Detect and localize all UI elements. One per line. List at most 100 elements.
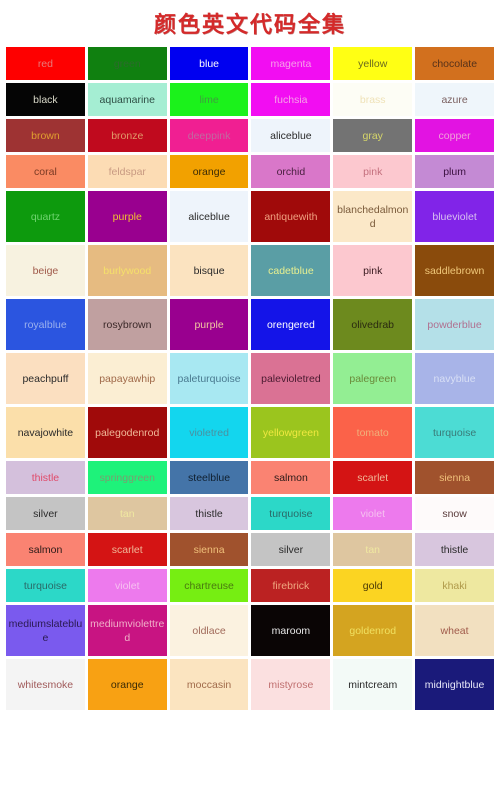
color-swatch-silver[interactable]: silver xyxy=(251,533,331,566)
color-swatch-silver[interactable]: silver xyxy=(6,497,85,530)
color-swatch-cadetblue[interactable]: cadetblue xyxy=(251,245,331,296)
color-swatch-label: palegreen xyxy=(349,372,397,385)
color-swatch-label: purple xyxy=(112,210,142,223)
color-swatch-thistle[interactable]: thistle xyxy=(415,533,494,566)
color-swatch-blanchedalmond[interactable]: blanchedalmond xyxy=(333,191,413,242)
color-swatch-antiquewith[interactable]: antiquewith xyxy=(251,191,331,242)
color-swatch-salmon[interactable]: salmon xyxy=(251,461,331,494)
color-swatch-turquoise[interactable]: turquoise xyxy=(415,407,494,458)
color-swatch-chartreuse[interactable]: chartreuse xyxy=(169,569,249,602)
color-swatch-midnightblue[interactable]: midnightblue xyxy=(415,659,494,710)
color-swatch-pink[interactable]: pink xyxy=(333,245,413,296)
color-swatch-orengered[interactable]: orengered xyxy=(251,299,331,350)
color-swatch-brown[interactable]: brown xyxy=(6,119,85,152)
color-swatch-springgreen[interactable]: springgreen xyxy=(87,461,167,494)
color-swatch-azure[interactable]: azure xyxy=(415,83,494,116)
color-swatch-mistyrose[interactable]: mistyrose xyxy=(251,659,331,710)
table-row: thistle springgreen steelblue salmon scarlet… xyxy=(6,461,494,494)
color-swatch-label: olivedrab xyxy=(351,318,395,331)
color-swatch-bronze[interactable]: bronze xyxy=(87,119,167,152)
color-swatch-whitesmoke[interactable]: whitesmoke xyxy=(6,659,85,710)
color-swatch-blueviolet[interactable]: blueviolet xyxy=(415,191,494,242)
color-swatch-label: feldspar xyxy=(108,165,146,178)
color-swatch-gold[interactable]: gold xyxy=(333,569,413,602)
color-swatch-sienna[interactable]: sienna xyxy=(169,533,249,566)
color-swatch-label: purple xyxy=(194,318,224,331)
color-swatch-khaki[interactable]: khaki xyxy=(415,569,494,602)
color-swatch-coral[interactable]: coral xyxy=(6,155,85,188)
color-swatch-magenta[interactable]: magenta xyxy=(251,47,331,80)
color-swatch-chocolate[interactable]: chocolate xyxy=(415,47,494,80)
color-swatch-olivedrab[interactable]: olivedrab xyxy=(333,299,413,350)
color-swatch-lime[interactable]: lime xyxy=(169,83,249,116)
color-swatch-yellow[interactable]: yellow xyxy=(333,47,413,80)
color-swatch-royalblue[interactable]: royalblue xyxy=(6,299,85,350)
color-swatch-bisque[interactable]: bisque xyxy=(169,245,249,296)
color-swatch-navajowhite[interactable]: navajowhite xyxy=(6,407,85,458)
color-swatch-purple[interactable]: purple xyxy=(169,299,249,350)
color-swatch-salmon[interactable]: salmon xyxy=(6,533,85,566)
color-swatch-tan[interactable]: tan xyxy=(333,533,413,566)
color-swatch-goldenrod[interactable]: goldenrod xyxy=(333,605,413,656)
color-swatch-paleturquoise[interactable]: paleturquoise xyxy=(169,353,249,404)
color-swatch-label: springgreen xyxy=(99,471,155,484)
color-swatch-thistle[interactable]: thistle xyxy=(6,461,85,494)
color-swatch-scarlet[interactable]: scarlet xyxy=(333,461,413,494)
color-swatch-scarlet[interactable]: scarlet xyxy=(87,533,167,566)
color-swatch-turquoise[interactable]: turquoise xyxy=(6,569,85,602)
color-swatch-orange[interactable]: orange xyxy=(87,659,167,710)
color-swatch-aquamarine[interactable]: aquamarine xyxy=(87,83,167,116)
color-swatch-moccasin[interactable]: moccasin xyxy=(169,659,249,710)
color-swatch-aliceblue[interactable]: aliceblue xyxy=(251,119,331,152)
color-swatch-yellowgreen[interactable]: yellowgreen xyxy=(251,407,331,458)
color-swatch-violet[interactable]: violet xyxy=(333,497,413,530)
color-swatch-label: gold xyxy=(362,579,383,592)
color-swatch-rosybrown[interactable]: rosybrown xyxy=(87,299,167,350)
color-swatch-orange[interactable]: orange xyxy=(169,155,249,188)
color-swatch-tomato[interactable]: tomato xyxy=(333,407,413,458)
color-swatch-plum[interactable]: plum xyxy=(415,155,494,188)
color-swatch-steelblue[interactable]: steelblue xyxy=(169,461,249,494)
color-swatch-label: aliceblue xyxy=(188,210,230,223)
color-swatch-beige[interactable]: beige xyxy=(6,245,85,296)
color-swatch-mediumviolettred[interactable]: mediumviolettred xyxy=(87,605,167,656)
color-swatch-navyblue[interactable]: navyblue xyxy=(415,353,494,404)
color-swatch-deeppink[interactable]: deeppink xyxy=(169,119,249,152)
color-swatch-saddlebrown[interactable]: saddlebrown xyxy=(415,245,494,296)
color-swatch-palegodenrod[interactable]: palegodenrod xyxy=(87,407,167,458)
color-swatch-sienna[interactable]: sienna xyxy=(415,461,494,494)
color-swatch-pink[interactable]: pink xyxy=(333,155,413,188)
color-swatch-palevioletred[interactable]: palevioletred xyxy=(251,353,331,404)
color-swatch-feldspar[interactable]: feldspar xyxy=(87,155,167,188)
color-swatch-aliceblue[interactable]: aliceblue xyxy=(169,191,249,242)
color-swatch-red[interactable]: red xyxy=(6,47,85,80)
color-swatch-orchid[interactable]: orchid xyxy=(251,155,331,188)
color-swatch-mintcream[interactable]: mintcream xyxy=(333,659,413,710)
color-swatch-gray[interactable]: gray xyxy=(333,119,413,152)
color-swatch-burlywood[interactable]: burlywood xyxy=(87,245,167,296)
color-swatch-black[interactable]: black xyxy=(6,83,85,116)
color-swatch-violet[interactable]: violet xyxy=(87,569,167,602)
color-swatch-blue[interactable]: blue xyxy=(169,47,249,80)
color-swatch-papayawhip[interactable]: papayawhip xyxy=(87,353,167,404)
color-swatch-peachpuff[interactable]: peachpuff xyxy=(6,353,85,404)
color-swatch-palegreen[interactable]: palegreen xyxy=(333,353,413,404)
color-swatch-mediumslateblue[interactable]: mediumslateblue xyxy=(6,605,85,656)
color-swatch-brass[interactable]: brass xyxy=(333,83,413,116)
color-swatch-copper[interactable]: copper xyxy=(415,119,494,152)
color-swatch-green[interactable]: green xyxy=(87,47,167,80)
color-swatch-fuchsia[interactable]: fuchsia xyxy=(251,83,331,116)
color-swatch-snow[interactable]: snow xyxy=(415,497,494,530)
color-swatch-wheat[interactable]: wheat xyxy=(415,605,494,656)
color-swatch-purple[interactable]: purple xyxy=(87,191,167,242)
color-swatch-label: pink xyxy=(363,165,383,178)
color-swatch-turquoise[interactable]: turquoise xyxy=(251,497,331,530)
color-swatch-quartz[interactable]: quartz xyxy=(6,191,85,242)
color-swatch-tan[interactable]: tan xyxy=(87,497,167,530)
color-swatch-powderblue[interactable]: powderblue xyxy=(415,299,494,350)
color-swatch-thistle[interactable]: thistle xyxy=(169,497,249,530)
color-swatch-violetred[interactable]: violetred xyxy=(169,407,249,458)
color-swatch-firebrick[interactable]: firebrick xyxy=(251,569,331,602)
color-swatch-oldlace[interactable]: oldlace xyxy=(169,605,249,656)
color-swatch-maroom[interactable]: maroom xyxy=(251,605,331,656)
